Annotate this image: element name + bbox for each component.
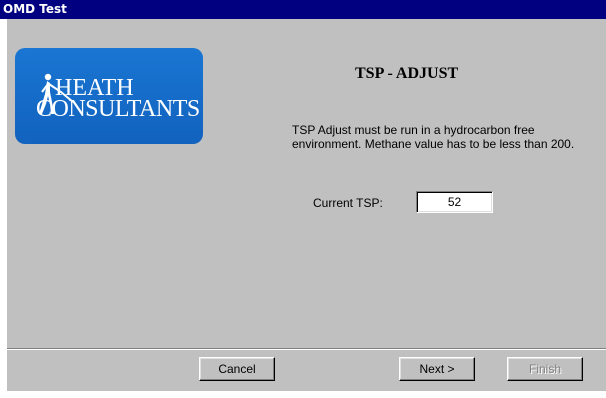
logo-text-consultants: CONSULTANTS bbox=[36, 96, 200, 122]
cancel-button[interactable]: Cancel bbox=[199, 357, 275, 381]
heath-consultants-logo: HEATH CONSULTANTS bbox=[15, 48, 203, 144]
next-button[interactable]: Next > bbox=[399, 357, 475, 381]
instruction-text: TSP Adjust must be run in a hydrocarbon … bbox=[292, 123, 575, 151]
footer-separator bbox=[7, 348, 606, 350]
page-title: TSP - ADJUST bbox=[355, 65, 459, 82]
finish-button[interactable]: Finish bbox=[507, 357, 583, 381]
wizard-window: OMD Test HEATH CONSULTANTS TSP - ADJUST … bbox=[0, 0, 606, 398]
current-tsp-field[interactable]: 52 bbox=[416, 191, 493, 213]
title-bar[interactable]: OMD Test bbox=[0, 0, 606, 19]
current-tsp-label: Current TSP: bbox=[313, 196, 383, 210]
window-title: OMD Test bbox=[3, 2, 67, 16]
